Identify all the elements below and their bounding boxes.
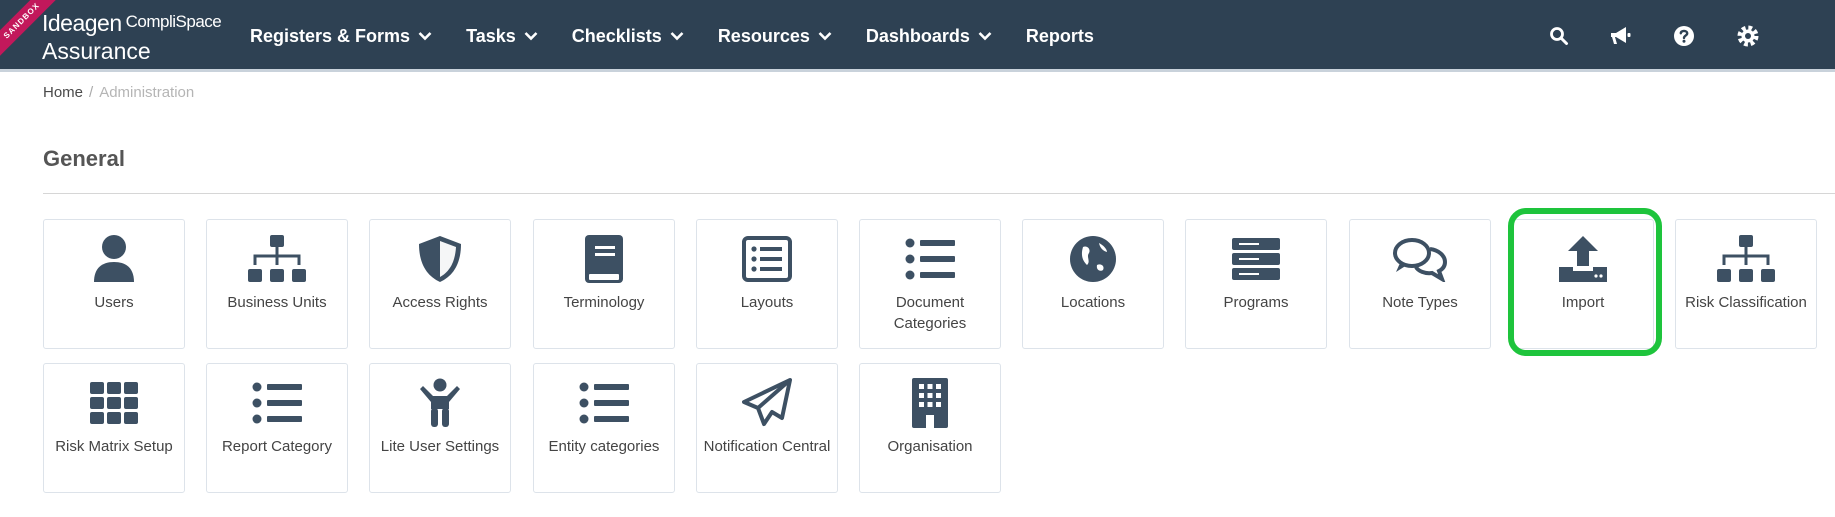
tile-label: Users	[94, 294, 134, 311]
breadcrumb-separator: /	[89, 84, 94, 101]
tile-label: Notification Central	[703, 438, 831, 455]
settings-icon	[1737, 25, 1759, 47]
nav-dashboards[interactable]: Dashboards	[866, 26, 992, 47]
tile-business-units[interactable]: Business Units	[206, 219, 348, 349]
nav-label: Resources	[717, 25, 810, 46]
comments-icon	[1393, 238, 1448, 282]
tile-label: Note Types	[1382, 294, 1458, 311]
tile-layouts[interactable]: Layouts	[696, 219, 838, 349]
paper-plane-icon	[742, 378, 792, 426]
globe-icon	[1070, 236, 1116, 282]
section-title: General	[43, 146, 125, 171]
header-actions	[1509, 0, 1761, 72]
nav-registers-forms[interactable]: Registers & Forms	[250, 26, 432, 47]
tile-label: Access Rights	[392, 294, 488, 311]
nav-resources[interactable]: Resources	[718, 26, 832, 47]
breadcrumb-home[interactable]: Home	[43, 84, 83, 101]
top-navigation-bar: SANDBOX Ideagen CompliSpace Assurance Reg…	[0, 0, 1835, 72]
tile-access-rights[interactable]: Access Rights	[369, 219, 511, 349]
building-icon	[912, 378, 948, 428]
logo-product: CompliSpace	[125, 12, 222, 31]
breadcrumb: Home / Administration	[43, 84, 194, 101]
logo-subtitle: Assurance	[42, 38, 151, 64]
tile-notification-central[interactable]: Notification Central	[696, 363, 838, 493]
tile-label: Organisation	[887, 438, 973, 455]
list-icon	[905, 238, 955, 280]
nav-label: Checklists	[571, 25, 662, 46]
nav-label: Registers & Forms	[250, 25, 411, 46]
nav-tasks[interactable]: Tasks	[466, 26, 538, 47]
tile-label: Layouts	[740, 294, 794, 311]
sitemap-icon	[1717, 235, 1775, 282]
tile-label: Business Units	[227, 294, 327, 311]
tile-note-types[interactable]: Note Types	[1349, 219, 1491, 349]
tile-document-categories[interactable]: Document Categories	[859, 219, 1001, 349]
tile-risk-matrix-setup[interactable]: Risk Matrix Setup	[43, 363, 185, 493]
tile-label: Risk Classification	[1685, 294, 1807, 311]
book-icon	[585, 235, 623, 283]
chevron-down-icon	[524, 32, 538, 41]
tile-label: Programs	[1223, 294, 1289, 311]
nav-reports[interactable]: Reports	[1026, 26, 1094, 47]
tile-import[interactable]: Import	[1512, 219, 1654, 349]
tile-locations[interactable]: Locations	[1022, 219, 1164, 349]
nav-checklists[interactable]: Checklists	[572, 26, 684, 47]
tile-label: Import	[1561, 294, 1605, 311]
nav-label: Tasks	[466, 25, 516, 46]
tile-label: Locations	[1060, 294, 1126, 311]
list-icon	[579, 382, 629, 424]
nav-label: Dashboards	[865, 25, 970, 46]
search-icon	[1550, 27, 1568, 45]
tile-label: Terminology	[563, 294, 645, 311]
tile-label: Risk Matrix Setup	[55, 438, 173, 455]
section-divider	[43, 193, 1835, 194]
settings-button[interactable]	[1735, 23, 1761, 49]
child-icon	[420, 378, 460, 427]
announcements-button[interactable]	[1609, 25, 1633, 47]
server-icon	[1232, 238, 1280, 280]
sitemap-icon	[248, 235, 306, 282]
tile-label: Report Category	[221, 438, 333, 455]
tile-risk-classification[interactable]: Risk Classification	[1675, 219, 1817, 349]
help-icon	[1674, 26, 1694, 46]
tile-users[interactable]: Users	[43, 219, 185, 349]
tile-label: Entity categories	[548, 438, 660, 455]
megaphone-icon	[1611, 27, 1631, 44]
tile-label: Document Categories	[893, 294, 967, 332]
chevron-down-icon	[978, 32, 992, 41]
shield-icon	[419, 236, 461, 282]
tile-entity-categories[interactable]: Entity categories	[533, 363, 675, 493]
nav-label: Reports	[1025, 25, 1094, 46]
app-logo[interactable]: Ideagen CompliSpace Assurance	[42, 10, 222, 64]
chevron-down-icon	[418, 32, 432, 41]
layout-list-icon	[742, 236, 792, 282]
tile-lite-user-settings[interactable]: Lite User Settings	[369, 363, 511, 493]
tile-programs[interactable]: Programs	[1185, 219, 1327, 349]
chevron-down-icon	[818, 32, 832, 41]
help-button[interactable]	[1673, 25, 1695, 47]
user-icon	[94, 235, 134, 282]
grid-icon	[90, 382, 138, 424]
main-nav: Registers & Forms Tasks Checklists Resou…	[250, 0, 1128, 72]
tile-label: Lite User Settings	[380, 438, 500, 455]
upload-icon	[1559, 236, 1607, 282]
tile-report-category[interactable]: Report Category	[206, 363, 348, 493]
tile-terminology[interactable]: Terminology	[533, 219, 675, 349]
search-button[interactable]	[1549, 26, 1569, 46]
breadcrumb-current: Administration	[99, 84, 195, 101]
logo-brand: Ideagen	[42, 10, 122, 36]
tile-organisation[interactable]: Organisation	[859, 363, 1001, 493]
chevron-down-icon	[670, 32, 684, 41]
list-icon	[252, 382, 302, 424]
